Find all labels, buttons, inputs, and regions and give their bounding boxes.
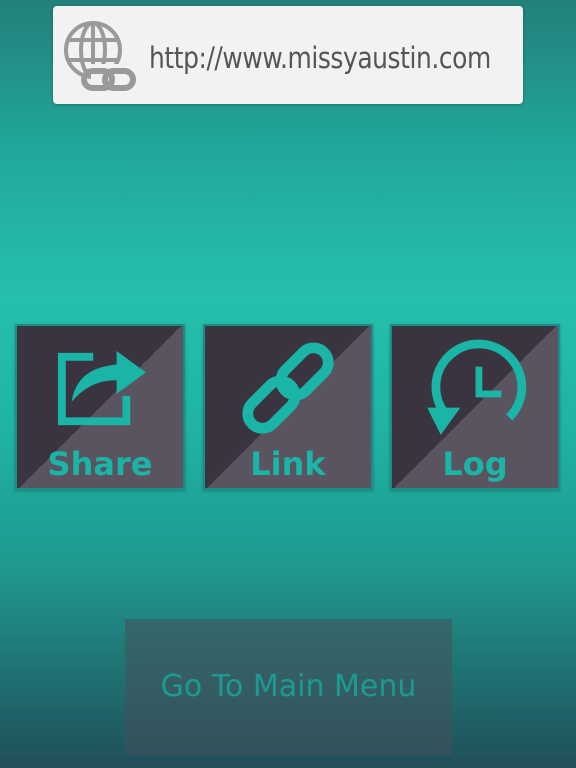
share-icon [58,350,146,426]
history-clock-icon [427,339,527,435]
url-text: http://www.missyaustin.com [149,41,491,75]
log-label: Log [442,445,508,483]
link-icon [242,342,334,434]
globe-link-icon [64,21,137,94]
log-button[interactable]: Log [390,324,560,490]
share-label: Share [47,445,153,483]
url-bar[interactable]: http://www.missyaustin.com [53,6,523,104]
go-to-main-menu-button[interactable]: Go To Main Menu [125,619,452,755]
main-menu-label: Go To Main Menu [160,669,417,704]
share-button[interactable]: Share [15,324,185,490]
link-button[interactable]: Link [203,324,373,490]
link-label: Link [250,445,326,483]
